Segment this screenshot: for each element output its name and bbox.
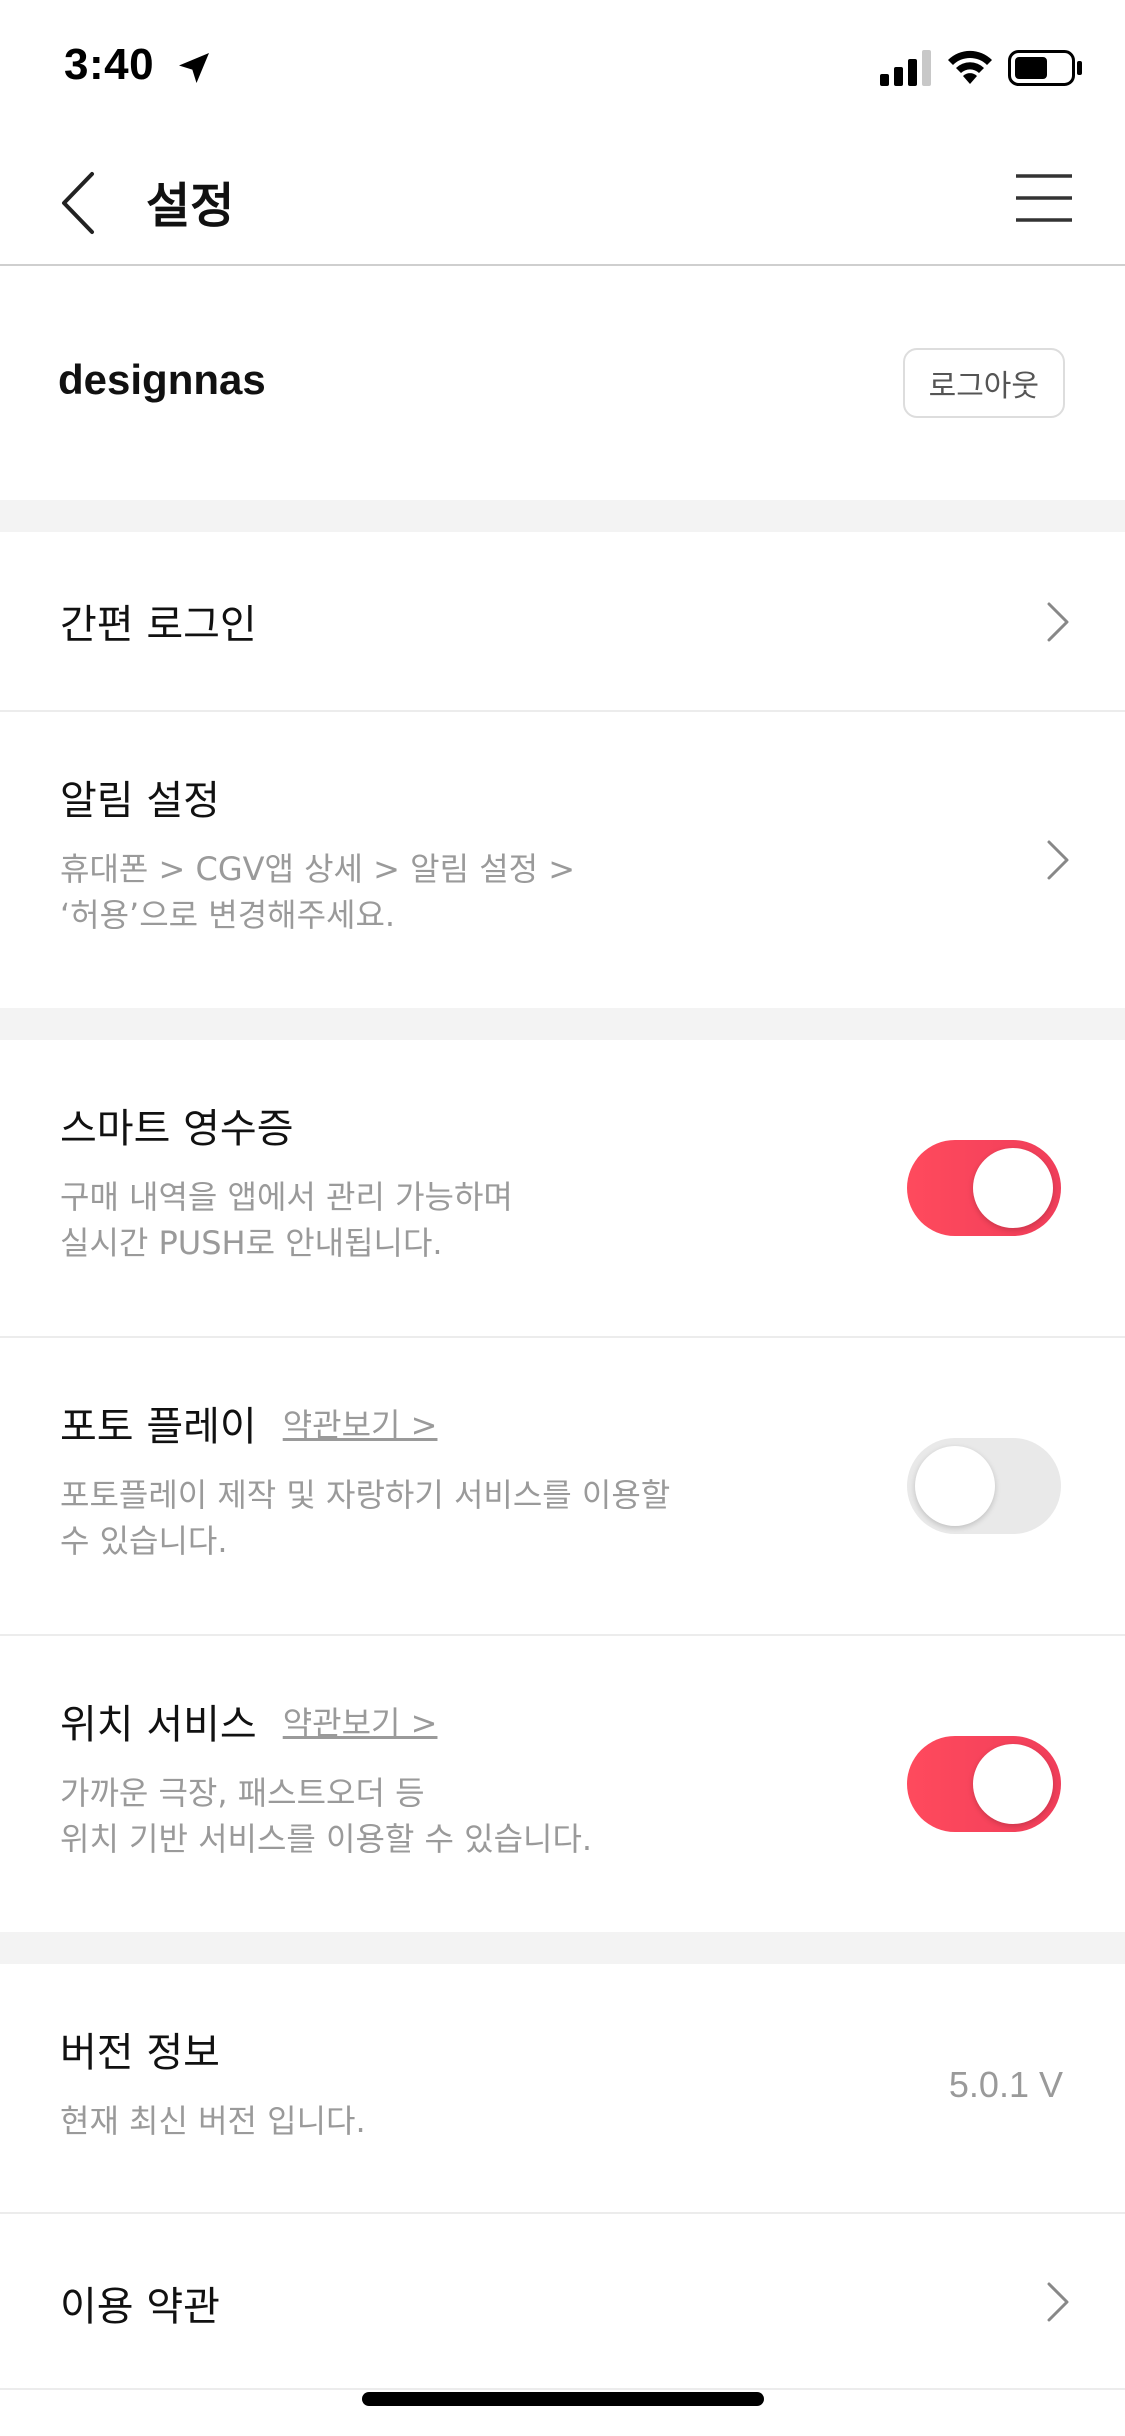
location-service-title-group: 위치 서비스 약관보기 > [60,1692,437,1750]
section-divider [0,500,1125,532]
location-arrow-icon [179,53,209,83]
username: designnas [58,356,266,403]
photo-play-toggle[interactable] [907,1438,1061,1534]
location-service-desc: 가까운 극장, 패스트오더 등 위치 기반 서비스를 이용할 수 있습니다. [60,1774,593,1858]
terms-of-use-row[interactable]: 이용 약관 [0,2214,1125,2390]
terms-of-use-title: 이용 약관 [60,2284,220,2330]
wifi-icon [948,50,992,84]
version-info-desc: 현재 최신 버전 입니다. [60,2102,366,2140]
location-service-terms-link[interactable]: 약관보기 > [283,1698,438,1744]
version-info-row: 버전 정보 현재 최신 버전 입니다. 5.0.1 V [0,1964,1125,2214]
navigation-header: 설정 [0,132,1125,266]
status-time: 3:40 [64,40,155,89]
back-chevron-icon[interactable] [52,168,108,238]
version-info-title: 버전 정보 [60,2030,220,2076]
photo-play-terms-link[interactable]: 약관보기 > [283,1400,438,1446]
photo-play-row: 포토 플레이 약관보기 > 포토플레이 제작 및 자랑하기 서비스를 이용할 수… [0,1338,1125,1636]
location-service-row: 위치 서비스 약관보기 > 가까운 극장, 패스트오더 등 위치 기반 서비스를… [0,1636,1125,1932]
smart-receipt-title: 스마트 영수증 [60,1106,294,1152]
photo-play-desc: 포토플레이 제작 및 자랑하기 서비스를 이용할 수 있습니다. [60,1476,671,1560]
smart-receipt-desc: 구매 내역을 앱에서 관리 가능하며 실시간 PUSH로 안내됩니다. [60,1178,513,1262]
notification-settings-title: 알림 설정 [60,778,220,824]
hamburger-menu-icon[interactable] [1014,172,1074,224]
location-service-toggle[interactable] [907,1736,1061,1832]
notification-settings-row[interactable]: 알림 설정 휴대폰 > CGV앱 상세 > 알림 설정 > ‘허용’으로 변경해… [0,712,1125,1008]
version-number: 5.0.1 V [948,2064,1063,2105]
battery-icon [1008,50,1082,86]
section-divider [0,1008,1125,1040]
easy-login-title: 간편 로그인 [60,602,257,648]
profile-section: designnas 로그아웃 [0,268,1125,500]
smart-receipt-toggle[interactable] [907,1140,1061,1236]
cellular-signal-icon [880,50,931,86]
logout-button[interactable]: 로그아웃 [902,348,1065,418]
photo-play-title-group: 포토 플레이 약관보기 > [60,1394,437,1452]
status-bar: 3:40 [0,0,1125,132]
smart-receipt-row: 스마트 영수증 구매 내역을 앱에서 관리 가능하며 실시간 PUSH로 안내됩… [0,1040,1125,1338]
chevron-right-icon [1047,2282,1069,2322]
notification-settings-desc: 휴대폰 > CGV앱 상세 > 알림 설정 > ‘허용’으로 변경해주세요. [60,850,576,934]
section-divider [0,1932,1125,1964]
photo-play-title: 포토 플레이 [60,1404,257,1450]
chevron-right-icon [1047,840,1069,880]
location-service-title: 위치 서비스 [60,1702,257,1748]
chevron-right-icon [1047,602,1069,642]
toggle-knob [973,1744,1053,1824]
toggle-knob [973,1148,1053,1228]
settings-screen: 3:40 설정 designnas 로그아웃 간편 로그인 알림 설정 휴대폰 … [0,0,1125,2436]
easy-login-row[interactable]: 간편 로그인 [0,532,1125,712]
home-indicator[interactable] [362,2392,764,2406]
page-title: 설정 [146,178,235,234]
toggle-knob [915,1446,995,1526]
